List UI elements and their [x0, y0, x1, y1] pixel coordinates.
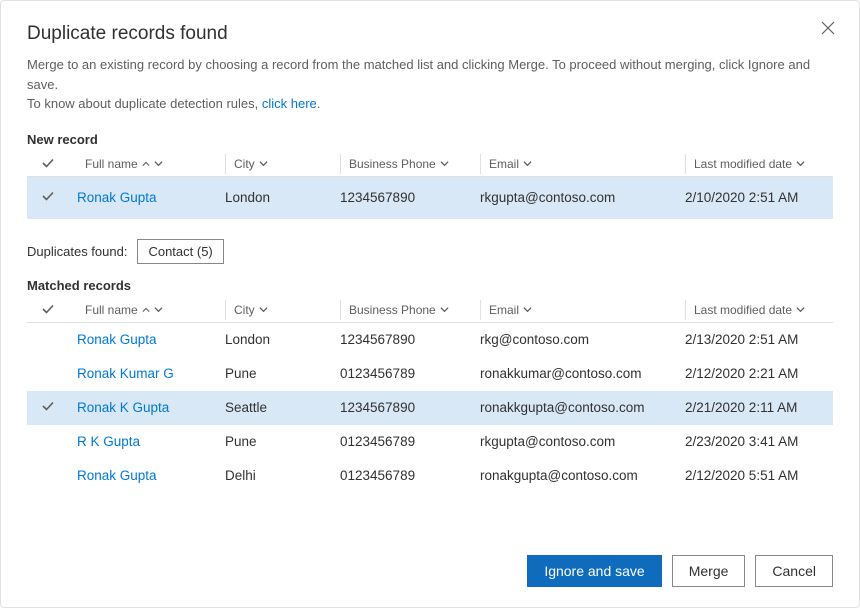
sort-asc-icon: [142, 303, 150, 317]
col-full-name[interactable]: Full name: [77, 154, 225, 174]
select-all-matched-checkbox[interactable]: [41, 302, 55, 319]
period: .: [317, 96, 321, 111]
col-business-phone[interactable]: Business Phone: [340, 300, 480, 320]
table-row[interactable]: Ronak Gupta Delhi0123456789ronakgupta@con…: [27, 459, 833, 493]
record-phone: 0123456789: [340, 468, 480, 483]
matched-records-header: Full name City Business Phone Email Last…: [27, 299, 833, 323]
chevron-down-icon: [796, 303, 805, 317]
record-name-link[interactable]: Ronak Gupta: [77, 468, 157, 483]
record-email: rkgupta@contoso.com: [480, 190, 685, 205]
chevron-down-icon: [796, 157, 805, 171]
close-button[interactable]: [819, 19, 837, 37]
record-phone: 1234567890: [340, 190, 480, 205]
col-last-modified[interactable]: Last modified date: [685, 300, 833, 320]
record-city: Pune: [225, 366, 340, 381]
chevron-down-icon: [259, 157, 268, 171]
entity-select[interactable]: Contact (5): [137, 239, 223, 264]
check-icon[interactable]: [41, 399, 55, 416]
duplicate-records-dialog: Duplicate records found Merge to an exis…: [0, 0, 860, 608]
record-email: rkg@contoso.com: [480, 332, 685, 347]
select-all-new-checkbox[interactable]: [41, 156, 55, 173]
description-line1: Merge to an existing record by choosing …: [27, 57, 810, 92]
chevron-down-icon: [523, 303, 532, 317]
record-modified: 2/12/2020 5:51 AM: [685, 468, 833, 483]
chevron-down-icon: [440, 303, 449, 317]
table-row[interactable]: Ronak Kumar G Pune0123456789ronakkumar@co…: [27, 357, 833, 391]
record-phone: 1234567890: [340, 332, 480, 347]
chevron-down-icon: [154, 303, 163, 317]
record-city: Pune: [225, 434, 340, 449]
record-name-link[interactable]: Ronak Kumar G: [77, 366, 174, 381]
record-email: ronakkumar@contoso.com: [480, 366, 685, 381]
record-city: Seattle: [225, 400, 340, 415]
table-row[interactable]: Ronak Gupta London1234567890rkg@contoso.c…: [27, 323, 833, 357]
record-modified: 2/23/2020 3:41 AM: [685, 434, 833, 449]
check-icon[interactable]: [41, 189, 55, 206]
ignore-and-save-button[interactable]: Ignore and save: [527, 555, 661, 587]
dialog-description: Merge to an existing record by choosing …: [27, 55, 833, 114]
col-city[interactable]: City: [225, 154, 340, 174]
record-phone: 0123456789: [340, 366, 480, 381]
table-row[interactable]: R K Gupta Pune0123456789rkgupta@contoso.c…: [27, 425, 833, 459]
table-row[interactable]: Ronak K Gupta Seattle1234567890ronakkgupt…: [27, 391, 833, 425]
record-email: ronakkgupta@contoso.com: [480, 400, 685, 415]
dialog-title: Duplicate records found: [27, 23, 833, 45]
record-modified: 2/10/2020 2:51 AM: [685, 190, 833, 205]
record-modified: 2/13/2020 2:51 AM: [685, 332, 833, 347]
record-name-link[interactable]: Ronak K Gupta: [77, 400, 169, 415]
cancel-button[interactable]: Cancel: [755, 555, 833, 587]
record-phone: 1234567890: [340, 400, 480, 415]
record-email: rkgupta@contoso.com: [480, 434, 685, 449]
new-record-label: New record: [27, 132, 833, 147]
col-city[interactable]: City: [225, 300, 340, 320]
matched-records-label: Matched records: [27, 278, 833, 293]
col-email[interactable]: Email: [480, 300, 685, 320]
dialog-footer: Ignore and save Merge Cancel: [27, 545, 833, 587]
record-city: London: [225, 190, 340, 205]
rules-link[interactable]: click here: [262, 96, 317, 111]
chevron-down-icon: [154, 157, 163, 171]
record-city: Delhi: [225, 468, 340, 483]
matched-records-body: Ronak GuptaLondon1234567890rkg@contoso.c…: [27, 323, 833, 493]
record-name-link[interactable]: Ronak Gupta: [77, 332, 157, 347]
new-record-header: Full name City Business Phone Email Last…: [27, 153, 833, 177]
record-phone: 0123456789: [340, 434, 480, 449]
chevron-down-icon: [259, 303, 268, 317]
duplicates-found-line: Duplicates found: Contact (5): [27, 239, 833, 264]
sort-asc-icon: [142, 157, 150, 171]
col-business-phone[interactable]: Business Phone: [340, 154, 480, 174]
record-email: ronakgupta@contoso.com: [480, 468, 685, 483]
record-name-link[interactable]: R K Gupta: [77, 434, 140, 449]
record-modified: 2/21/2020 2:11 AM: [685, 400, 833, 415]
col-email[interactable]: Email: [480, 154, 685, 174]
close-icon: [821, 21, 835, 35]
record-modified: 2/12/2020 2:21 AM: [685, 366, 833, 381]
record-city: London: [225, 332, 340, 347]
chevron-down-icon: [523, 157, 532, 171]
col-last-modified[interactable]: Last modified date: [685, 154, 833, 174]
description-line2: To know about duplicate detection rules,: [27, 96, 262, 111]
merge-button[interactable]: Merge: [672, 555, 746, 587]
chevron-down-icon: [440, 157, 449, 171]
new-record-row[interactable]: Ronak Gupta London 1234567890 rkgupta@co…: [27, 177, 833, 219]
record-name-link[interactable]: Ronak Gupta: [77, 190, 157, 205]
duplicates-found-label: Duplicates found:: [27, 244, 127, 259]
col-full-name[interactable]: Full name: [77, 300, 225, 320]
